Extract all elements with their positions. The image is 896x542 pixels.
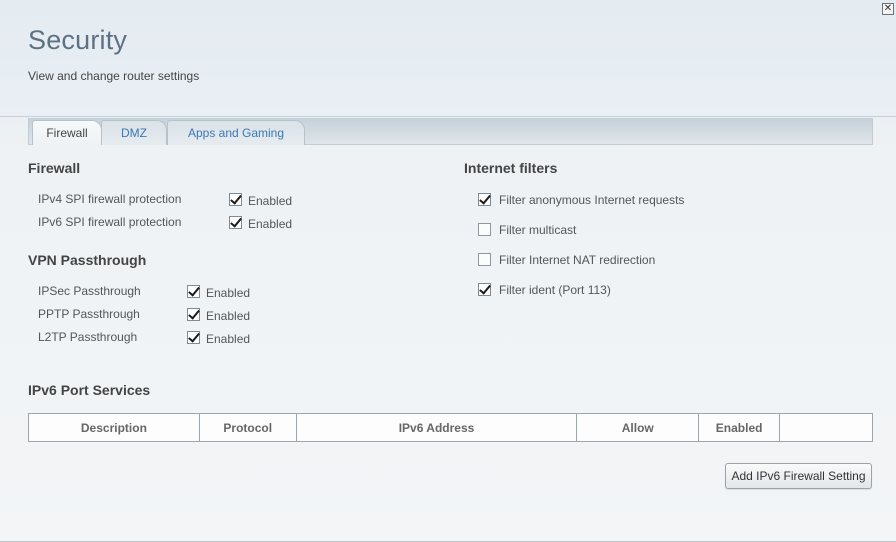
l2tp-label: L2TP Passthrough <box>38 330 138 344</box>
filter-ident-label: Filter ident (Port 113) <box>499 283 611 297</box>
ipsec-label: IPSec Passthrough <box>38 284 141 298</box>
close-icon[interactable]: ✕ <box>882 3 894 15</box>
pptp-label: PPTP Passthrough <box>38 307 140 321</box>
tab-firewall[interactable]: Firewall <box>32 120 102 145</box>
column-allow: Allow <box>576 413 700 442</box>
pptp-enabled-label: Enabled <box>206 309 251 323</box>
l2tp-checkbox[interactable] <box>187 331 200 344</box>
column-description: Description <box>28 413 200 442</box>
vpn-section-title: VPN Passthrough <box>28 252 147 268</box>
ipv6-port-services-table: Description Protocol IPv6 Address Allow … <box>28 413 873 442</box>
ipv4-spi-checkbox[interactable] <box>229 193 242 206</box>
tab-bar: Firewall DMZ Apps and Gaming <box>28 118 873 145</box>
page-subtitle: View and change router settings <box>28 69 200 83</box>
filter-anonymous-label: Filter anonymous Internet requests <box>499 193 685 207</box>
header: ✕ Security View and change router settin… <box>0 0 896 117</box>
page-title: Security <box>28 25 128 55</box>
add-ipv6-firewall-setting-button[interactable]: Add IPv6 Firewall Setting <box>725 463 872 489</box>
security-window: ✕ Security View and change router settin… <box>0 0 896 542</box>
tab-apps-and-gaming[interactable]: Apps and Gaming <box>167 120 305 145</box>
ipv6-spi-checkbox[interactable] <box>229 216 242 229</box>
column-actions <box>779 413 873 442</box>
filter-ident-checkbox[interactable] <box>478 283 491 296</box>
ipv6-spi-label: IPv6 SPI firewall protection <box>38 215 182 229</box>
filter-anonymous-checkbox[interactable] <box>478 193 491 206</box>
ipsec-checkbox[interactable] <box>187 285 200 298</box>
ipv4-spi-enabled-label: Enabled <box>248 194 293 208</box>
table-header-row: Description Protocol IPv6 Address Allow … <box>28 413 873 442</box>
l2tp-enabled-label: Enabled <box>206 332 251 346</box>
filter-multicast-checkbox[interactable] <box>478 223 491 236</box>
filter-multicast-label: Filter multicast <box>499 223 577 237</box>
tab-dmz[interactable]: DMZ <box>101 120 167 145</box>
filter-nat-redirection-checkbox[interactable] <box>478 253 491 266</box>
ipv6-port-services-title: IPv6 Port Services <box>28 382 151 398</box>
internet-filters-section-title: Internet filters <box>464 160 558 176</box>
column-protocol: Protocol <box>198 413 297 442</box>
firewall-section-title: Firewall <box>28 160 81 176</box>
ipv6-spi-enabled-label: Enabled <box>248 217 293 231</box>
column-ipv6-address: IPv6 Address <box>295 413 578 442</box>
pptp-checkbox[interactable] <box>187 308 200 321</box>
column-enabled: Enabled <box>698 413 781 442</box>
ipv4-spi-label: IPv4 SPI firewall protection <box>38 192 182 206</box>
filter-nat-redirection-label: Filter Internet NAT redirection <box>499 253 656 267</box>
ipsec-enabled-label: Enabled <box>206 286 251 300</box>
